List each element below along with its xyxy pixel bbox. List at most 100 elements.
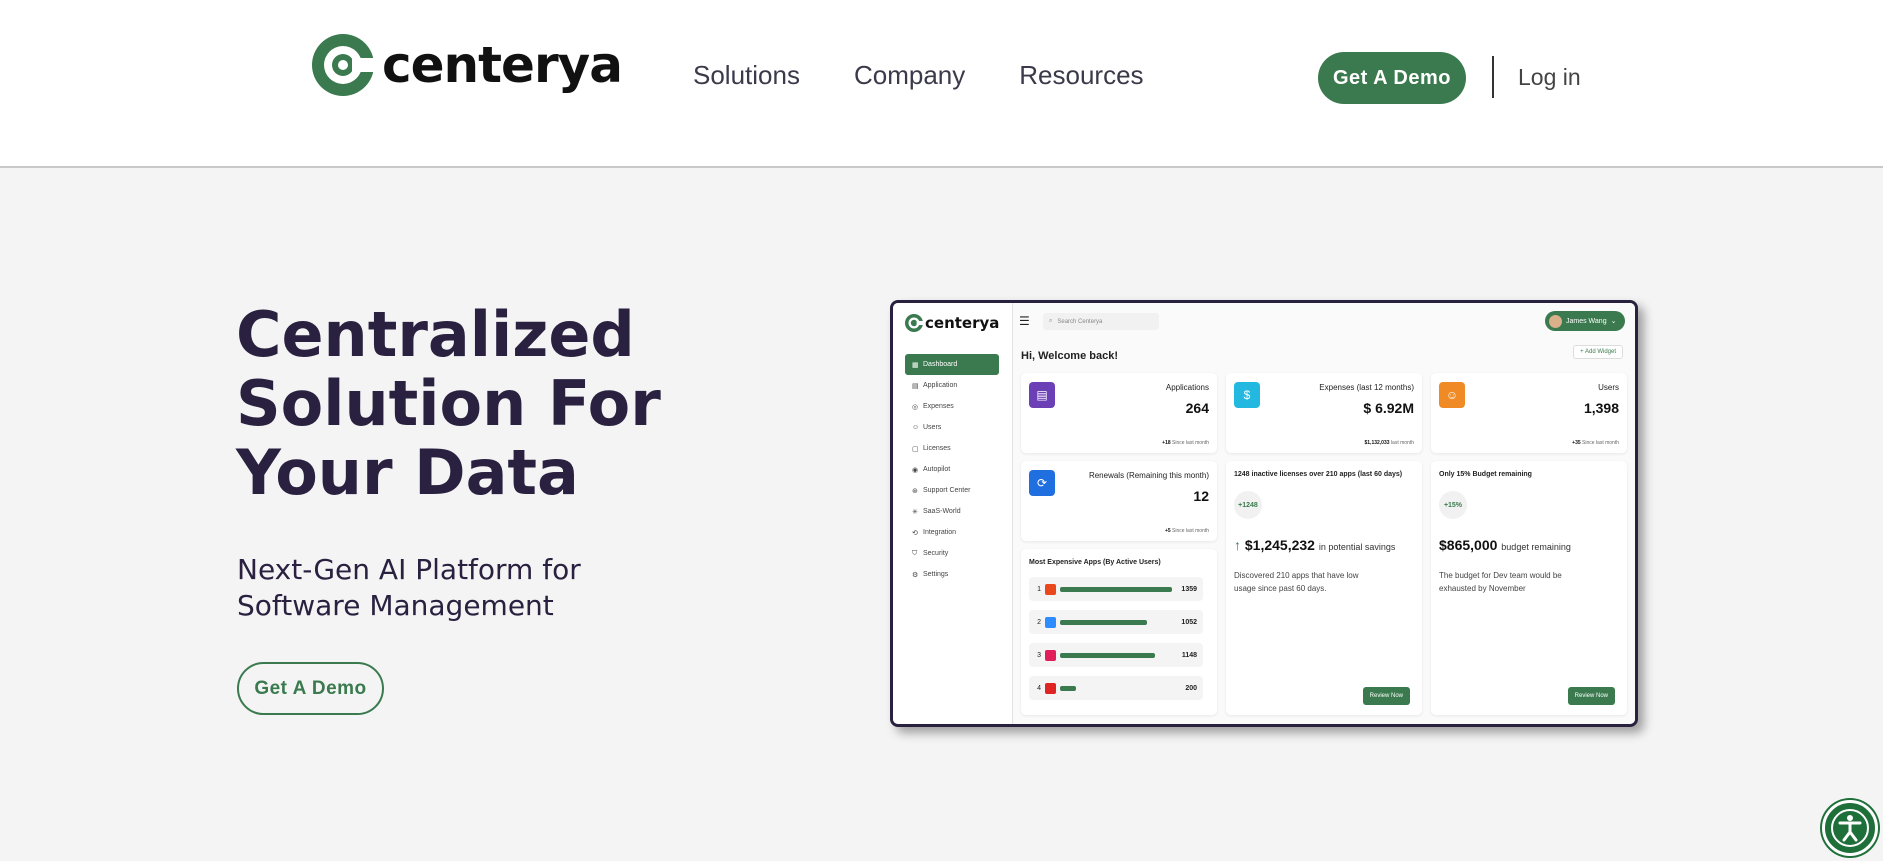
user-menu[interactable]: James Wang ⌄: [1545, 311, 1625, 331]
sidebar-item-application[interactable]: ▤ Application: [905, 375, 999, 396]
sidebar-item-security[interactable]: ⛉ Security: [905, 543, 999, 564]
welcome-text: Hi, Welcome back!: [1021, 350, 1118, 362]
review-now-button[interactable]: Review Now: [1567, 687, 1615, 705]
nav-divider: [1492, 56, 1494, 98]
sidebar-item-label: Application: [923, 382, 958, 389]
sidebar-item-autopilot[interactable]: ◉ Autopilot: [905, 459, 999, 480]
nav-company[interactable]: Company: [854, 60, 965, 91]
inactive-licenses-card: 1248 inactive licenses over 210 apps (la…: [1226, 461, 1422, 715]
arrow-up-icon: ↑: [1234, 537, 1241, 553]
hero-title: Centralized Solution For Your Data: [236, 298, 661, 509]
office-icon: [1045, 583, 1056, 595]
nav-solutions[interactable]: Solutions: [693, 60, 800, 91]
sidebar-item-support-center[interactable]: ⊛ Support Center: [905, 480, 999, 501]
app-rank: 1: [1037, 585, 1041, 593]
list-item[interactable]: 1 1359: [1029, 577, 1203, 601]
card-description: The budget for Dev team would be exhaust…: [1439, 571, 1562, 593]
card-title: Most Expensive Apps (By Active Users): [1029, 559, 1161, 566]
stat-since: $1,132,033 last month: [1365, 440, 1415, 446]
renewal-icon: ⟳: [1029, 470, 1055, 496]
list-item[interactable]: 2 1052: [1029, 610, 1203, 634]
zoom-icon: [1045, 616, 1056, 628]
stat-card-users[interactable]: ☺ Users 1,398 +35 Since last month: [1431, 373, 1627, 453]
usage-bar: [1060, 685, 1076, 691]
chevron-down-icon: ⌄: [1610, 318, 1617, 325]
gear-icon: ⚙: [912, 571, 919, 579]
stat-since-number: $1,132,033: [1364, 440, 1390, 446]
sidebar-item-settings[interactable]: ⚙ Settings: [905, 564, 999, 585]
card-title: 1248 inactive licenses over 210 apps (la…: [1234, 471, 1403, 478]
app-user-count: 1359: [1181, 585, 1197, 593]
list-item[interactable]: 3 1148: [1029, 643, 1203, 667]
sidebar-item-saas-world[interactable]: ✳ SaaS-World: [905, 501, 999, 522]
dashboard-sidebar: centerya ▦ Dashboard ▤ Application ◎ Expenses…: [893, 303, 1013, 724]
accessibility-icon: [1831, 809, 1869, 847]
budget-value: $865,000 budget remaining: [1439, 537, 1571, 553]
doc-icon: ▤: [912, 382, 919, 390]
sidebar-item-label: Users: [923, 424, 942, 431]
integration-icon: ⟲: [912, 529, 918, 537]
search-icon: ⌕: [1049, 318, 1053, 324]
stat-since-number: +18: [1162, 440, 1171, 446]
list-item[interactable]: 4 200: [1029, 676, 1203, 700]
license-icon: ▢: [912, 445, 919, 453]
budget-amount: $865,000: [1439, 537, 1498, 553]
savings-value: ↑ $1,245,232 in potential savings: [1234, 537, 1395, 553]
app-rank: 3: [1037, 651, 1041, 659]
logo-text: centerya: [382, 36, 623, 94]
stat-since: +18 Since last month: [1162, 440, 1209, 446]
app-rank: 2: [1037, 618, 1041, 626]
sidebar-item-integration[interactable]: ⟲ Integration: [905, 522, 999, 543]
app-user-count: 200: [1185, 684, 1197, 692]
hero-get-demo-button[interactable]: Get A Demo: [237, 662, 384, 715]
top-navbar: centerya Solutions Company Resources Get…: [0, 0, 1883, 168]
site-logo[interactable]: centerya: [312, 34, 623, 96]
sidebar-item-label: Settings: [923, 571, 949, 578]
app-rank: 4: [1037, 684, 1041, 692]
grid-icon: ▦: [912, 361, 919, 369]
get-demo-button[interactable]: Get A Demo: [1318, 52, 1466, 104]
dashboard-menu: ▦ Dashboard ▤ Application ◎ Expenses ☺ Users ▢ Li…: [905, 354, 999, 585]
sidebar-item-label: Security: [923, 550, 949, 557]
login-link[interactable]: Log in: [1518, 64, 1581, 91]
budget-suffix: budget remaining: [1501, 542, 1571, 552]
slack-icon: [1045, 649, 1056, 661]
stat-value: 1,398: [1583, 400, 1619, 416]
usage-bar: [1060, 652, 1155, 658]
stat-card-expenses[interactable]: $ Expenses (last 12 months) $ 6.92M $1,1…: [1226, 373, 1422, 453]
sidebar-item-expenses[interactable]: ◎ Expenses: [905, 396, 999, 417]
stat-value: $ 6.92M: [1363, 400, 1414, 416]
stat-card-renewals[interactable]: ⟳ Renewals (Remaining this month) 12 +5 …: [1021, 461, 1217, 541]
add-widget-button[interactable]: + Add Widget: [1573, 345, 1623, 359]
sidebar-item-licenses[interactable]: ▢ Licenses: [905, 438, 999, 459]
sidebar-item-label: Dashboard: [923, 361, 958, 368]
stat-value: 264: [1185, 400, 1209, 416]
dashboard-logo: centerya: [905, 314, 999, 332]
users-icon: ☺: [912, 424, 920, 431]
usage-bar: [1060, 586, 1172, 592]
dashboard-search-input[interactable]: ⌕ Search Centerya: [1043, 313, 1159, 330]
review-now-button[interactable]: Review Now: [1362, 687, 1410, 705]
app-user-count: 1148: [1181, 651, 1197, 659]
accessibility-button[interactable]: [1822, 800, 1878, 856]
hero-subtitle: Next-Gen AI Platform for Software Manage…: [237, 553, 581, 622]
shield-icon: ⛉: [912, 549, 918, 557]
stat-since-number: +5: [1164, 528, 1171, 534]
hamburger-icon[interactable]: ☰: [1019, 314, 1030, 328]
budget-pill: +15%: [1439, 491, 1467, 519]
sidebar-item-label: Autopilot: [923, 466, 951, 473]
app-user-count: 1052: [1181, 618, 1197, 626]
savings-suffix: in potential savings: [1318, 542, 1396, 552]
stat-label: Renewals (Remaining this month): [1088, 471, 1209, 480]
sidebar-item-dashboard[interactable]: ▦ Dashboard: [905, 354, 999, 375]
stat-card-applications[interactable]: ▤ Applications 264 +18 Since last month: [1021, 373, 1217, 453]
sidebar-item-users[interactable]: ☺ Users: [905, 417, 999, 438]
stat-since-text: Since last month: [1172, 440, 1209, 446]
sidebar-item-label: Support Center: [923, 487, 971, 494]
world-icon: ✳: [912, 508, 918, 516]
app-icon: [1045, 682, 1056, 694]
nav-resources[interactable]: Resources: [1019, 60, 1143, 91]
stat-since: +5 Since last month: [1165, 528, 1209, 534]
logo-mark-icon: [312, 34, 374, 96]
main-nav: Solutions Company Resources: [693, 60, 1144, 91]
